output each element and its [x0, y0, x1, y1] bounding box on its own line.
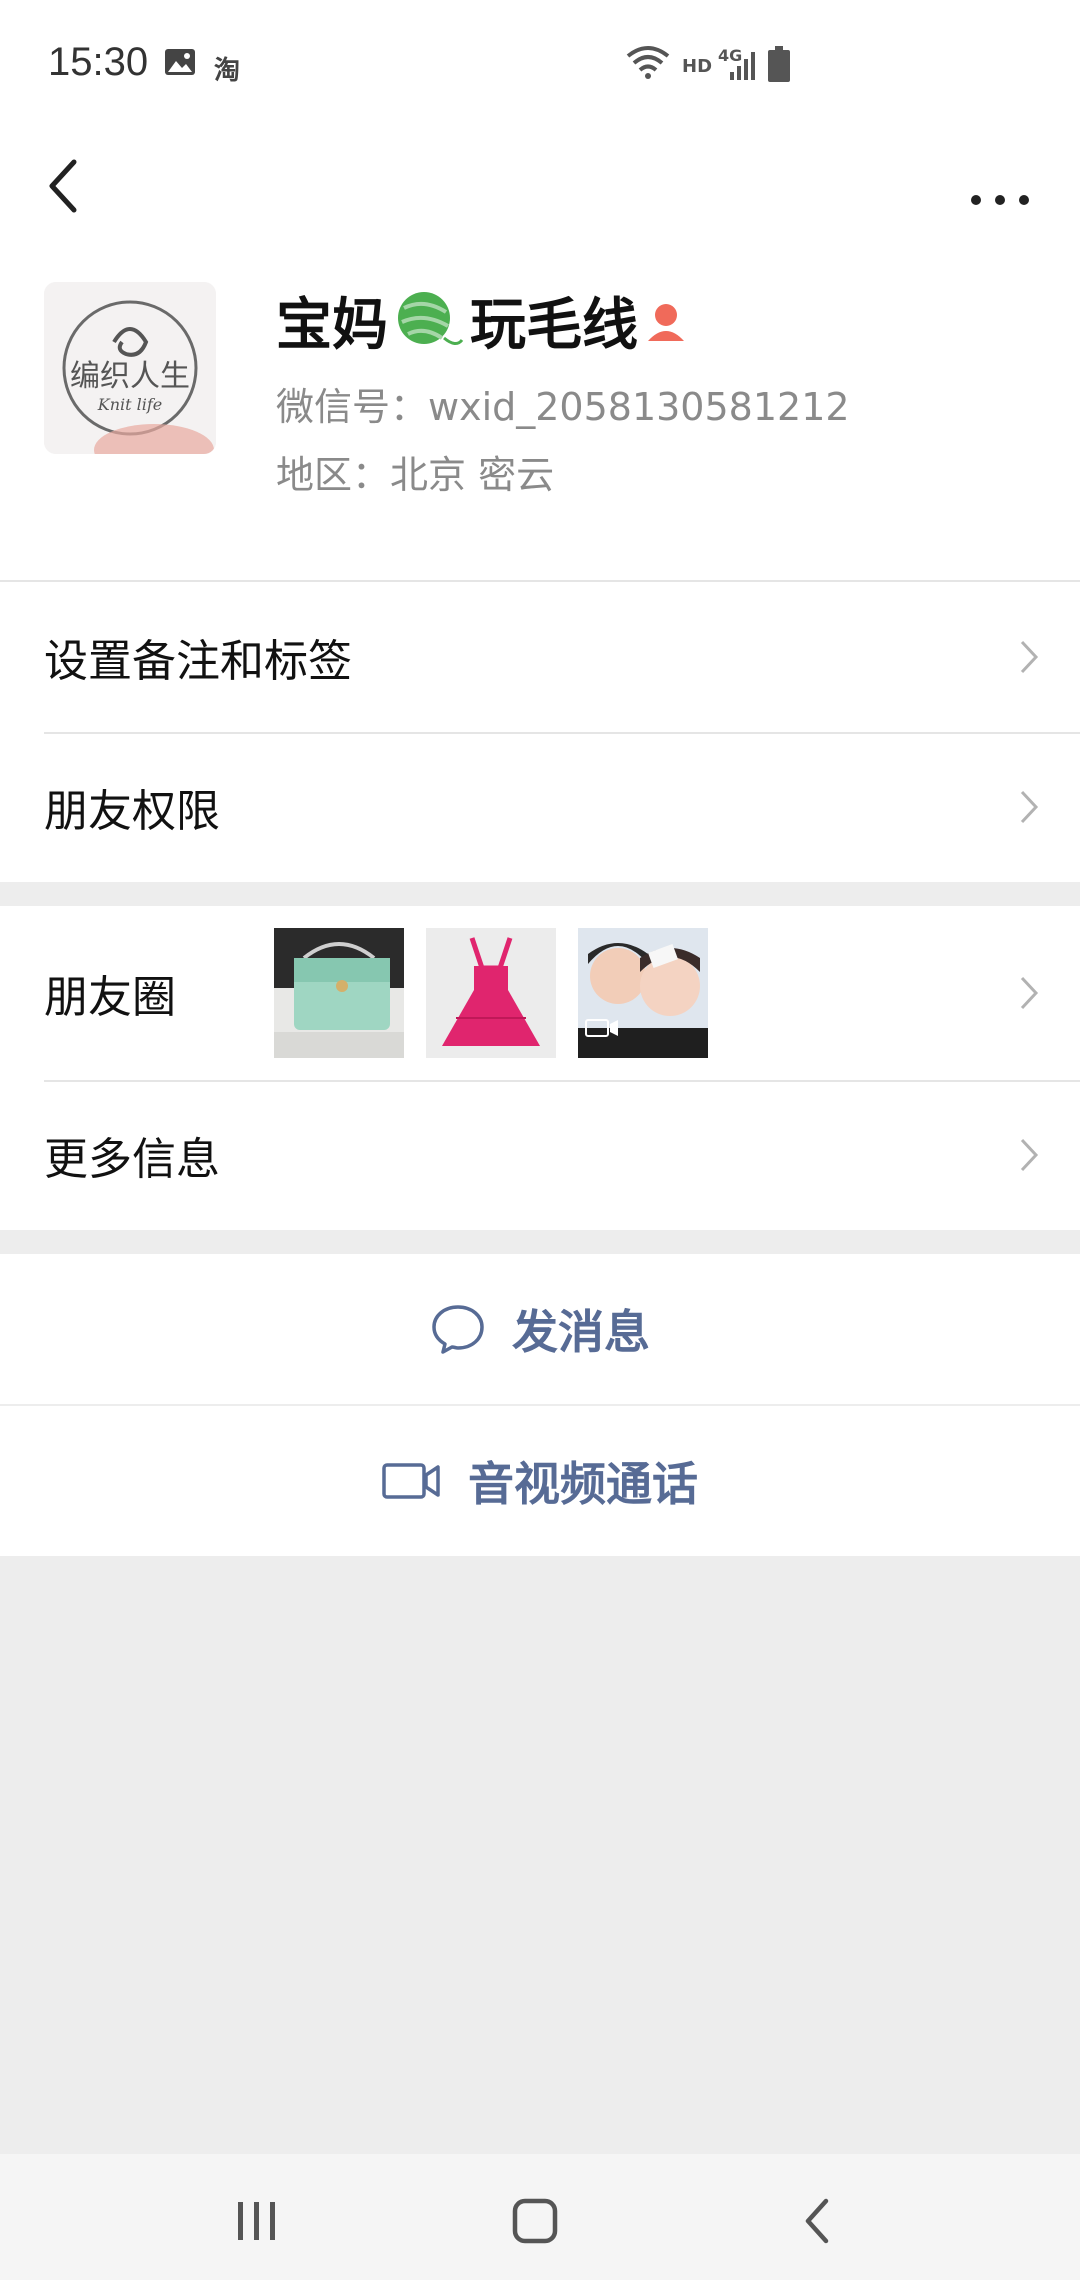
gender-female-icon [648, 303, 684, 341]
avatar[interactable]: 编织人生 Knit life [44, 282, 216, 454]
taobao-icon: 淘 [214, 56, 241, 86]
chevron-right-icon [1020, 790, 1039, 824]
status-bar: 15:30 淘 HD 4G [0, 0, 1080, 130]
row-more-info[interactable]: 更多信息 [0, 1080, 1080, 1230]
status-time: 15:30 [48, 40, 149, 84]
moments-thumb-video[interactable] [578, 928, 708, 1058]
moments-thumb-dress[interactable] [426, 928, 556, 1058]
row-moments[interactable]: 朋友圈 [0, 906, 1080, 1080]
system-nav-bar [0, 2154, 1080, 2280]
back-arrow-icon[interactable] [36, 146, 96, 226]
wechat-id: 微信号：wxid_2058130581212 [276, 385, 850, 429]
moments-thumb-bag[interactable] [274, 928, 404, 1058]
info-card: 朋友圈 更多信息 [0, 906, 1080, 1230]
contact-profile-page: 15:30 淘 HD 4G 编织人生 Knit life 宝妈 玩毛线 微信号：… [0, 0, 1080, 2280]
region: 地区：北京 密云 [276, 453, 555, 497]
row-label-more-info: 更多信息 [44, 1134, 220, 1185]
settings-card: 设置备注和标签 朋友权限 [0, 580, 1080, 882]
signal-icon [730, 52, 755, 80]
row-label-moments: 朋友圈 [44, 972, 176, 1023]
av-call-label: 音视频通话 [468, 1457, 698, 1511]
svg-text:Knit life: Knit life [97, 395, 163, 414]
send-message-label: 发消息 [512, 1305, 650, 1359]
chevron-right-icon [1020, 976, 1039, 1010]
name-part-2: 玩毛线 [470, 293, 638, 358]
contact-name: 宝妈 玩毛线 [276, 280, 688, 361]
avatar-logo-icon: 编织人生 Knit life [44, 282, 216, 454]
av-call-button[interactable]: 音视频通话 [0, 1406, 1080, 1556]
name-part-1: 宝妈 [276, 293, 388, 358]
video-camera-icon [382, 1463, 440, 1499]
more-dots-icon[interactable] [960, 156, 1040, 216]
chevron-right-icon [1020, 640, 1039, 674]
row-remarks-tags[interactable]: 设置备注和标签 [0, 582, 1080, 732]
row-label-permissions: 朋友权限 [44, 786, 220, 837]
row-friend-permissions[interactable]: 朋友权限 [0, 732, 1080, 882]
profile-header: 编织人生 Knit life 宝妈 玩毛线 微信号：wxid_205813058… [0, 250, 1080, 580]
battery-icon [768, 46, 790, 82]
wifi-icon [626, 46, 670, 79]
system-back-icon[interactable] [784, 2186, 854, 2256]
send-message-button[interactable]: 发消息 [0, 1254, 1080, 1404]
recents-icon[interactable] [222, 2186, 292, 2256]
image-icon [165, 49, 195, 75]
home-icon[interactable] [500, 2186, 570, 2256]
row-label-remarks: 设置备注和标签 [44, 636, 352, 687]
chevron-right-icon [1020, 1138, 1039, 1172]
moments-thumbnails [274, 928, 708, 1058]
hd-label: HD [682, 56, 713, 77]
chat-bubble-icon [432, 1305, 484, 1354]
yarn-ball-icon [398, 291, 464, 345]
svg-text:编织人生: 编织人生 [70, 359, 190, 394]
